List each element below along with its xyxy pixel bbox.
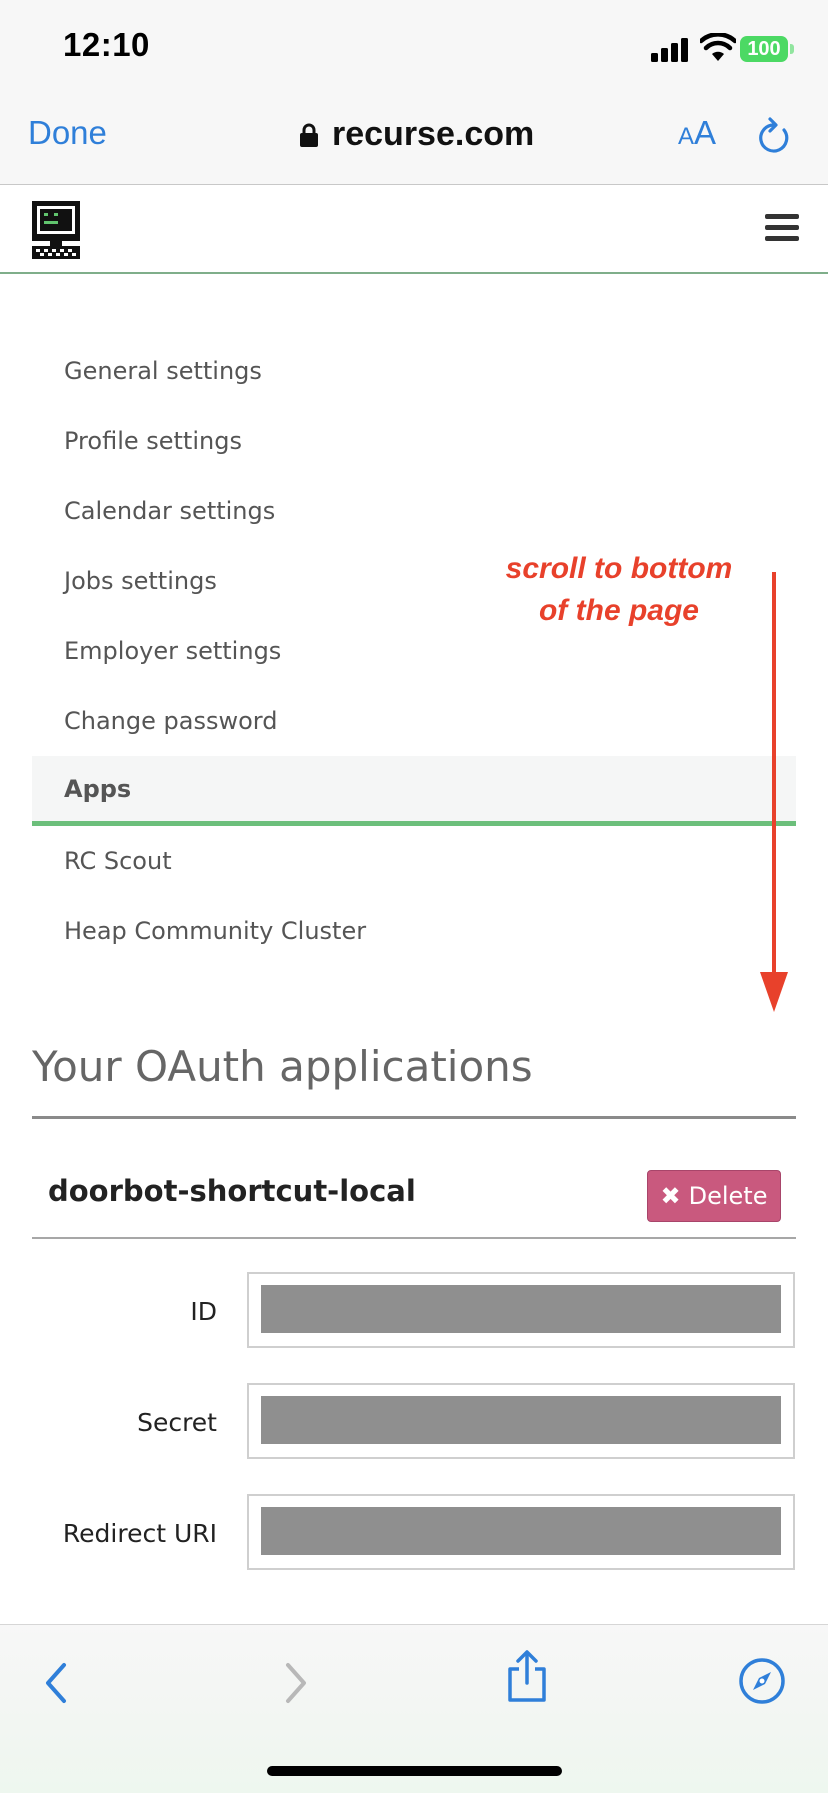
battery-icon: 100 <box>740 36 788 62</box>
forward-icon <box>286 1663 306 1703</box>
settings-menu-item-change-password[interactable]: Change password <box>32 686 796 756</box>
oauth-section-title: Your OAuth applications <box>32 1042 533 1091</box>
redacted-value <box>261 1285 781 1333</box>
settings-menu-item-apps[interactable]: Apps <box>32 756 796 826</box>
settings-menu-item-profile[interactable]: Profile settings <box>32 406 796 476</box>
annotation-line-2: of the page <box>538 594 699 627</box>
scroll-annotation: scroll to bottom of the page <box>474 548 764 632</box>
id-field[interactable] <box>247 1272 795 1348</box>
battery-nub <box>790 44 794 54</box>
text-size-small-label: A <box>678 123 695 150</box>
recurse-logo-icon[interactable] <box>32 201 80 259</box>
status-bar: 12:10 100 <box>0 0 828 100</box>
settings-menu-item-rc-scout[interactable]: RC Scout <box>32 826 796 896</box>
settings-menu-item-general[interactable]: General settings <box>32 336 796 406</box>
site-header <box>0 185 828 274</box>
home-indicator[interactable] <box>267 1766 562 1776</box>
app-divider <box>32 1237 796 1239</box>
redacted-value <box>261 1396 781 1444</box>
annotation-line-1: scroll to bottom <box>505 552 733 585</box>
oauth-app-name: doorbot-shortcut-local <box>48 1174 416 1208</box>
compass-icon[interactable] <box>738 1657 786 1705</box>
close-icon: ✖ <box>660 1182 681 1210</box>
settings-menu-item-calendar[interactable]: Calendar settings <box>32 476 796 546</box>
down-arrow-icon <box>760 572 788 1012</box>
secret-field[interactable] <box>247 1383 795 1459</box>
settings-menu-item-heap-community-cluster[interactable]: Heap Community Cluster <box>32 896 796 966</box>
id-field-label: ID <box>190 1297 217 1326</box>
redirect-uri-field-label: Redirect URI <box>62 1519 217 1548</box>
cellular-signal-icon <box>651 36 691 62</box>
wifi-icon <box>700 33 736 61</box>
status-time: 12:10 <box>63 26 150 63</box>
text-size-button[interactable]: AA <box>678 114 716 152</box>
back-icon[interactable] <box>42 1661 70 1705</box>
address-field[interactable]: recurse.com <box>300 112 534 156</box>
delete-button-label: Delete <box>688 1182 768 1210</box>
share-icon[interactable] <box>505 1649 549 1703</box>
redacted-value <box>261 1507 781 1555</box>
done-button[interactable]: Done <box>28 114 107 152</box>
secret-field-label: Secret <box>137 1408 217 1437</box>
section-divider <box>32 1116 796 1119</box>
reload-icon[interactable] <box>756 116 792 156</box>
url-text: recurse.com <box>332 114 535 153</box>
delete-button[interactable]: ✖ Delete <box>647 1170 781 1222</box>
redirect-uri-field[interactable] <box>247 1494 795 1570</box>
browser-url-bar: Done recurse.com AA <box>0 100 828 185</box>
settings-menu: General settings Profile settings Calend… <box>32 336 796 966</box>
lock-icon <box>300 123 318 147</box>
text-size-big-label: A <box>694 114 717 151</box>
menu-hamburger-icon[interactable] <box>765 214 799 242</box>
